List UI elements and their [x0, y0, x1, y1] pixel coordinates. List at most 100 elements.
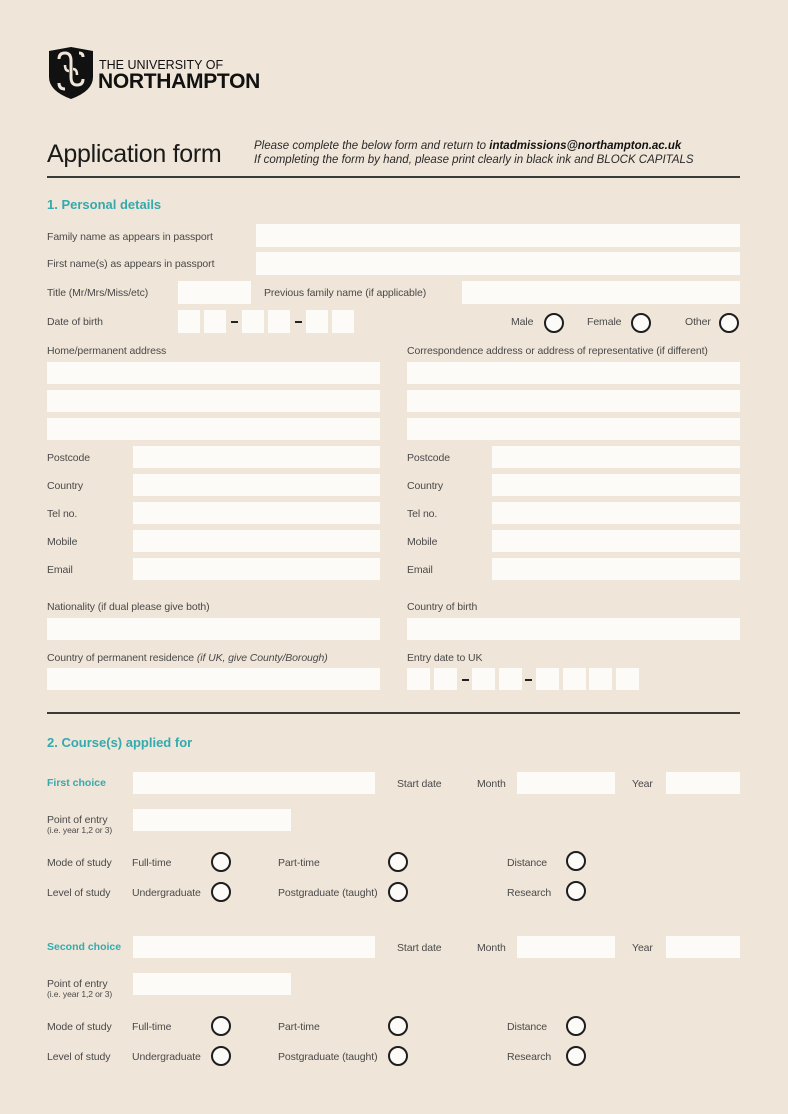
gender-other-radio[interactable] — [719, 313, 739, 333]
home-mobile-label: Mobile — [47, 536, 78, 548]
first-choice-undergraduate-radio[interactable] — [211, 882, 231, 902]
first-choice-course-input[interactable] — [133, 772, 375, 794]
country-of-birth-input[interactable] — [407, 618, 740, 640]
home-address-line-1[interactable] — [47, 362, 380, 384]
entry-date-label: Entry date to UK — [407, 652, 483, 664]
entry-day-1[interactable] — [407, 668, 430, 690]
dob-year-2[interactable] — [332, 310, 354, 333]
second-choice-distance-radio[interactable] — [566, 1016, 586, 1036]
entry-month-1[interactable] — [472, 668, 495, 690]
corr-email-input[interactable] — [492, 558, 740, 580]
second-choice-postgraduate-label: Postgraduate (taught) — [278, 1051, 378, 1063]
entry-year-4[interactable] — [616, 668, 639, 690]
section-title-personal: 1. Personal details — [47, 197, 162, 212]
dob-day-1[interactable] — [178, 310, 200, 333]
entry-month-2[interactable] — [499, 668, 522, 690]
corr-mobile-input[interactable] — [492, 530, 740, 552]
corr-address-line-2[interactable] — [407, 390, 740, 412]
second-choice-fulltime-label: Full-time — [132, 1021, 172, 1033]
dob-day-2[interactable] — [204, 310, 226, 333]
home-address-line-2[interactable] — [47, 390, 380, 412]
home-email-label: Email — [47, 564, 73, 576]
first-choice-fulltime-radio[interactable] — [211, 852, 231, 872]
first-choice-research-label: Research — [507, 887, 552, 899]
second-choice-research-radio[interactable] — [566, 1046, 586, 1066]
first-choice-postgraduate-label: Postgraduate (taught) — [278, 887, 378, 899]
corr-postcode-label: Postcode — [407, 452, 450, 464]
corr-address-line-3[interactable] — [407, 418, 740, 440]
corr-email-label: Email — [407, 564, 433, 576]
gender-male-label: Male — [511, 316, 534, 328]
first-choice-start-date-label: Start date — [397, 778, 442, 790]
second-choice-undergraduate-radio[interactable] — [211, 1046, 231, 1066]
university-crest-icon — [49, 47, 93, 99]
first-choice-fulltime-label: Full-time — [132, 857, 172, 869]
family-name-input[interactable] — [256, 224, 740, 247]
dob-separator — [231, 321, 238, 323]
form-title: Application form — [47, 140, 222, 168]
first-choice-parttime-label: Part-time — [278, 857, 320, 869]
second-choice-month-input[interactable] — [517, 936, 615, 958]
second-choice-entry-label: Point of entry (i.e. year 1,2 or 3) — [47, 978, 113, 999]
first-choice-parttime-radio[interactable] — [388, 852, 408, 872]
dob-month-1[interactable] — [242, 310, 264, 333]
title-input[interactable] — [178, 281, 251, 304]
second-choice-start-date-label: Start date — [397, 942, 442, 954]
gender-female-label: Female — [587, 316, 622, 328]
first-choice-research-radio[interactable] — [566, 881, 586, 901]
nationality-label: Nationality (if dual please give both) — [47, 601, 210, 613]
gender-female-radio[interactable] — [631, 313, 651, 333]
residence-input[interactable] — [47, 668, 380, 690]
nationality-input[interactable] — [47, 618, 380, 640]
second-choice-year-input[interactable] — [666, 936, 740, 958]
first-choice-month-input[interactable] — [517, 772, 615, 794]
corr-country-input[interactable] — [492, 474, 740, 496]
home-address-line-3[interactable] — [47, 418, 380, 440]
entry-day-2[interactable] — [434, 668, 457, 690]
gender-male-radio[interactable] — [544, 313, 564, 333]
country-of-birth-label: Country of birth — [407, 601, 478, 613]
second-choice-course-input[interactable] — [133, 936, 375, 958]
home-postcode-label: Postcode — [47, 452, 90, 464]
home-email-input[interactable] — [133, 558, 380, 580]
previous-name-input[interactable] — [462, 281, 740, 304]
entry-date-separator — [525, 679, 532, 681]
home-postcode-input[interactable] — [133, 446, 380, 468]
second-choice-postgraduate-radio[interactable] — [388, 1046, 408, 1066]
second-choice-month-label: Month — [477, 942, 506, 954]
dob-label: Date of birth — [47, 316, 103, 328]
second-choice-undergraduate-label: Undergraduate — [132, 1051, 201, 1063]
first-choice-distance-radio[interactable] — [566, 851, 586, 871]
second-choice-label: Second choice — [47, 941, 122, 953]
section-divider — [47, 712, 740, 714]
second-choice-parttime-radio[interactable] — [388, 1016, 408, 1036]
corr-postcode-input[interactable] — [492, 446, 740, 468]
home-tel-input[interactable] — [133, 502, 380, 524]
first-name-input[interactable] — [256, 252, 740, 275]
entry-year-2[interactable] — [563, 668, 586, 690]
second-choice-entry-input[interactable] — [133, 973, 291, 995]
home-mobile-input[interactable] — [133, 530, 380, 552]
entry-year-1[interactable] — [536, 668, 559, 690]
corr-tel-input[interactable] — [492, 502, 740, 524]
first-choice-month-label: Month — [477, 778, 506, 790]
second-choice-level-label: Level of study — [47, 1051, 111, 1063]
second-choice-fulltime-radio[interactable] — [211, 1016, 231, 1036]
corr-address-label: Correspondence address or address of rep… — [407, 345, 708, 357]
dob-year-1[interactable] — [306, 310, 328, 333]
entry-year-3[interactable] — [589, 668, 612, 690]
home-tel-label: Tel no. — [47, 508, 78, 520]
home-country-input[interactable] — [133, 474, 380, 496]
first-choice-year-input[interactable] — [666, 772, 740, 794]
first-choice-entry-input[interactable] — [133, 809, 291, 831]
dob-separator — [295, 321, 302, 323]
section-title-courses: 2. Course(s) applied for — [47, 735, 193, 750]
admissions-email-link[interactable]: intadmissions@northampton.ac.uk — [489, 140, 681, 152]
corr-address-line-1[interactable] — [407, 362, 740, 384]
gender-other-label: Other — [685, 316, 711, 328]
dob-month-2[interactable] — [268, 310, 290, 333]
first-choice-postgraduate-radio[interactable] — [388, 882, 408, 902]
first-choice-mode-label: Mode of study — [47, 857, 112, 869]
university-name-line2: NORTHAMPTON — [98, 70, 260, 93]
header-divider — [47, 176, 740, 178]
